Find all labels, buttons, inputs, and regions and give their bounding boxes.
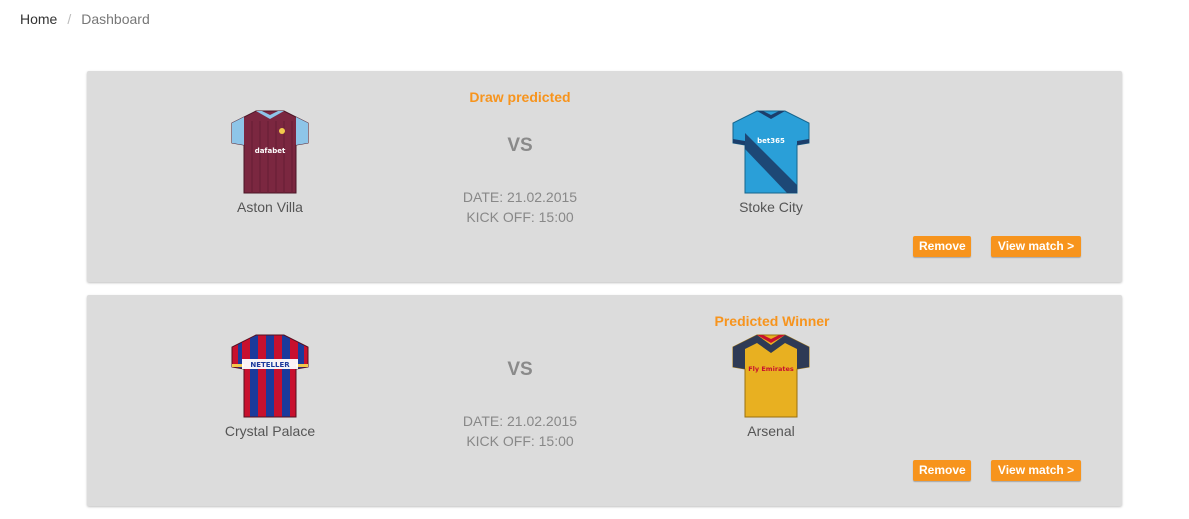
match-info: DATE: 21.02.2015 KICK OFF: 15:00 [430,187,610,227]
away-team: bet365 Stoke City [691,109,851,215]
vs-label: VS [507,135,533,156]
match-date: DATE: 21.02.2015 [462,413,578,429]
home-team: dafabet Aston Villa [190,109,350,215]
match-date: DATE: 21.02.2015 [462,189,578,205]
vs-label: VS [507,359,533,380]
aston-villa-shirt-icon: dafabet [231,110,309,194]
match-card: Draw predicted dafabet Aston Villa VS DA… [87,71,1122,282]
prediction-label: Draw predicted [469,89,571,105]
away-team: Fly Emirates Arsenal [691,333,851,439]
match-card: Predicted Winner NETELLER Crystal Palace… [87,295,1122,506]
view-match-button[interactable]: View match > [991,460,1081,481]
home-team: NETELLER Crystal Palace [190,333,350,439]
match-info: DATE: 21.02.2015 KICK OFF: 15:00 [430,411,610,451]
shirt-sponsor: bet365 [757,137,785,145]
shirt-sponsor: Fly Emirates [748,365,794,373]
breadcrumb-current: Dashboard [81,11,150,27]
stoke-city-shirt-icon: bet365 [732,110,810,194]
home-team-name: Crystal Palace [224,423,316,439]
match-kickoff: KICK OFF: 15:00 [466,433,574,449]
prediction-label: Predicted Winner [714,313,830,329]
crystal-palace-shirt-icon: NETELLER [231,334,309,418]
match-kickoff: KICK OFF: 15:00 [466,209,574,225]
remove-button[interactable]: Remove [913,460,971,481]
breadcrumb: Home / Dashboard [20,10,150,28]
breadcrumb-separator: / [67,11,72,27]
arsenal-shirt-icon: Fly Emirates [732,334,810,418]
shirt-sponsor: dafabet [255,147,286,155]
breadcrumb-home-link[interactable]: Home [20,10,57,28]
shirt-sponsor: NETELLER [250,361,290,369]
away-team-name: Stoke City [739,199,803,215]
away-team-name: Arsenal [747,423,795,439]
home-team-name: Aston Villa [237,199,303,215]
remove-button[interactable]: Remove [913,236,971,257]
view-match-button[interactable]: View match > [991,236,1081,257]
